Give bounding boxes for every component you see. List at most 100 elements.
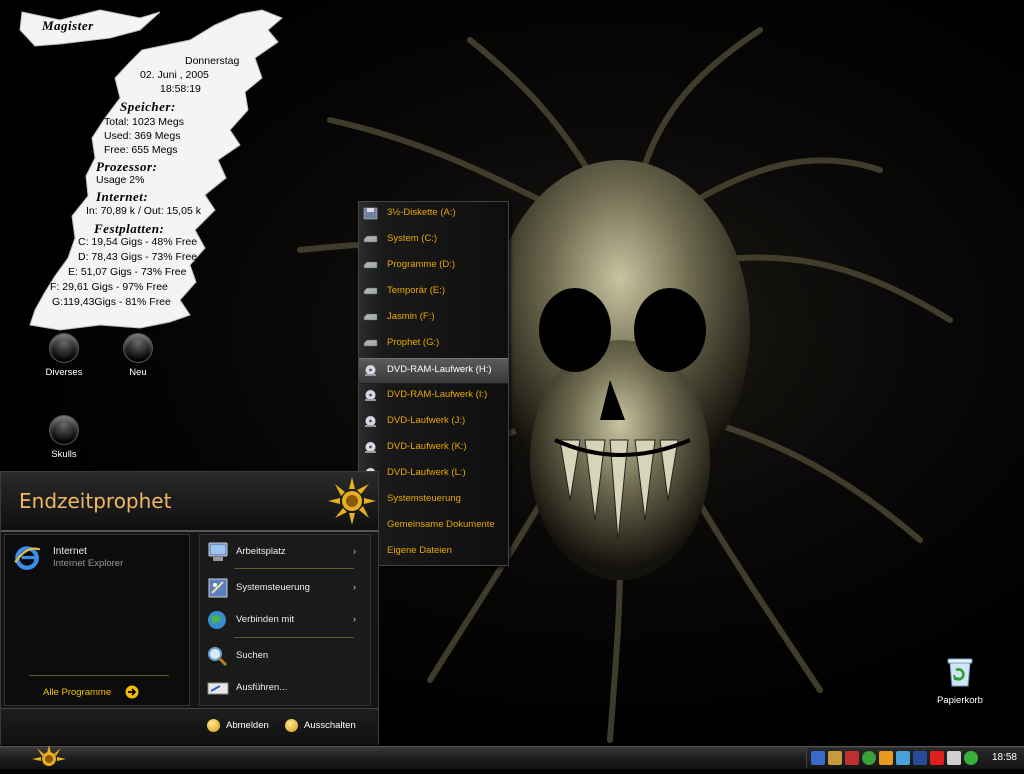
- start-menu-footer: Abmelden Ausschalten: [1, 708, 378, 745]
- memory-heading: Speicher:: [120, 99, 176, 114]
- taskbar-clock[interactable]: 18:58: [992, 752, 1017, 763]
- disk-d: D: 78,43 Gigs - 73% Free: [78, 251, 198, 263]
- monitor-date: 02. Juni , 2005: [140, 69, 209, 81]
- desktop-icon-label: Skulls: [51, 449, 77, 460]
- shutdown-label: Ausschalten: [304, 720, 356, 731]
- desktop-icon-skulls[interactable]: Skulls: [29, 415, 99, 460]
- divider: [29, 675, 169, 676]
- desktop-icon-label: Diverses: [45, 367, 83, 378]
- hard-drive-icon: [363, 337, 378, 350]
- my-computer-icon: [208, 542, 228, 561]
- dvd-drive-icon: [363, 415, 378, 428]
- menu-ausfuehren[interactable]: Ausführen...: [204, 674, 364, 702]
- submenu-arrow-icon: ›: [353, 546, 356, 556]
- desktop-icon-label: Papierkorb: [937, 695, 983, 706]
- drive-menu-item[interactable]: Temporär (E:): [359, 280, 508, 304]
- menu-label: Ausführen...: [236, 682, 288, 693]
- drive-menu-label: Temporär (E:): [387, 285, 446, 296]
- memory-free: Free: 655 Megs: [104, 144, 178, 156]
- recycle-bin-icon: [947, 658, 973, 687]
- dvd-drive-icon: [363, 441, 378, 454]
- globe-network-icon: [208, 611, 226, 629]
- submenu-arrow-icon: ›: [353, 582, 356, 592]
- my-computer-submenu: 3½-Diskette (A:) System (C:) Programme (D:…: [358, 201, 509, 566]
- tray-sync-icon[interactable]: [896, 751, 910, 765]
- drive-menu-label: Jasmin (F:): [387, 311, 435, 322]
- drive-menu-item[interactable]: Systemsteuerung: [359, 488, 508, 512]
- tray-network-icon[interactable]: [811, 751, 825, 765]
- menu-arbeitsplatz[interactable]: Arbeitsplatz ›: [204, 538, 364, 566]
- drive-menu-label: System (C:): [387, 233, 438, 244]
- menu-label: Suchen: [236, 650, 269, 661]
- drive-menu-item[interactable]: Programme (D:): [359, 254, 508, 278]
- tray-messenger-icon[interactable]: [879, 751, 893, 765]
- desktop-icon-recycle-bin[interactable]: Papierkorb: [930, 656, 990, 706]
- drive-menu-item[interactable]: Eigene Dateien: [359, 540, 508, 564]
- hard-drive-icon: [363, 285, 378, 298]
- menu-suchen[interactable]: Suchen: [204, 642, 364, 670]
- drive-menu-item[interactable]: DVD-RAM-Laufwerk (H:): [359, 358, 508, 384]
- monitor-time: 18:58:19: [160, 83, 201, 95]
- dvd-drive-icon: [363, 389, 378, 402]
- menu-label: Verbinden mit: [236, 614, 295, 625]
- drive-menu-item[interactable]: Gemeinsame Dokumente: [359, 514, 508, 538]
- disks-heading: Festplatten:: [94, 221, 165, 236]
- hard-drive-icon: [363, 311, 378, 324]
- drive-menu-item[interactable]: Jasmin (F:): [359, 306, 508, 330]
- memory-total: Total: 1023 Megs: [104, 116, 184, 128]
- drive-menu-item[interactable]: Prophet (G:): [359, 332, 508, 356]
- drive-menu-item[interactable]: 3½-Diskette (A:): [359, 202, 508, 226]
- pinned-internet-explorer[interactable]: Internet Internet Explorer: [9, 541, 179, 575]
- sun-logo-icon: [328, 477, 376, 525]
- internet-explorer-icon: [14, 546, 41, 570]
- desktop-icon-neu[interactable]: Neu: [103, 333, 173, 378]
- desktop-icon-label: Neu: [129, 367, 147, 378]
- start-button[interactable]: [18, 745, 80, 769]
- drive-menu-label: DVD-RAM-Laufwerk (H:): [387, 364, 492, 375]
- control-panel-icon: [208, 578, 228, 598]
- shutdown-icon: [285, 719, 298, 732]
- divider: [234, 568, 354, 569]
- dvd-drive-icon: [363, 364, 378, 377]
- submenu-arrow-icon: ›: [353, 614, 356, 624]
- start-menu-left-pane: Internet Internet Explorer Alle Programm…: [4, 534, 190, 706]
- tray-shield-icon[interactable]: [845, 751, 859, 765]
- taskbar: 18:58: [0, 745, 1024, 769]
- search-icon: [208, 647, 228, 667]
- drive-menu-item[interactable]: System (C:): [359, 228, 508, 252]
- tray-info-icon[interactable]: [862, 751, 876, 765]
- cpu-usage: Usage 2%: [96, 174, 145, 186]
- drive-menu-label: DVD-Laufwerk (K:): [387, 441, 467, 452]
- hard-drive-icon: [363, 259, 378, 272]
- tray-security-icon[interactable]: [930, 751, 944, 765]
- desktop-icon-diverses[interactable]: Diverses: [29, 333, 99, 378]
- start-menu-header: Endzeitprophet: [1, 472, 378, 532]
- drive-menu-label: DVD-Laufwerk (J:): [387, 415, 466, 426]
- menu-label: Arbeitsplatz: [236, 546, 286, 557]
- drive-menu-item[interactable]: DVD-Laufwerk (J:): [359, 410, 508, 434]
- tray-document-icon[interactable]: [947, 751, 961, 765]
- tray-update-icon[interactable]: [964, 751, 978, 765]
- all-programs-button[interactable]: Alle Programme: [41, 681, 151, 709]
- drive-menu-item[interactable]: DVD-Laufwerk (K:): [359, 436, 508, 460]
- drive-menu-label: 3½-Diskette (A:): [387, 207, 456, 218]
- user-name: Endzeitprophet: [19, 489, 172, 513]
- sun-start-icon: [32, 745, 66, 766]
- tray-cloud-icon[interactable]: [913, 751, 927, 765]
- start-menu-right-pane: Arbeitsplatz › Systemsteuerung › Verbind…: [199, 534, 371, 706]
- drive-menu-item[interactable]: DVD-RAM-Laufwerk (I:): [359, 384, 508, 408]
- drive-menu-label: Eigene Dateien: [387, 545, 452, 556]
- run-icon: [207, 682, 229, 695]
- drive-menu-item[interactable]: DVD-Laufwerk (L:): [359, 462, 508, 486]
- menu-systemsteuerung[interactable]: Systemsteuerung ›: [204, 574, 364, 602]
- memory-used: Used: 369 Megs: [104, 130, 181, 142]
- internet-heading: Internet:: [96, 189, 149, 204]
- drive-menu-label: Programme (D:): [387, 259, 456, 270]
- tray-app-icon[interactable]: [828, 751, 842, 765]
- hard-drive-icon: [363, 233, 378, 246]
- menu-verbinden-mit[interactable]: Verbinden mit ›: [204, 606, 364, 634]
- drive-menu-label: Prophet (G:): [387, 337, 440, 348]
- disk-f: F: 29,61 Gigs - 97% Free: [50, 281, 168, 293]
- cpu-heading: Prozessor:: [96, 159, 158, 174]
- floppy-icon: [363, 207, 378, 220]
